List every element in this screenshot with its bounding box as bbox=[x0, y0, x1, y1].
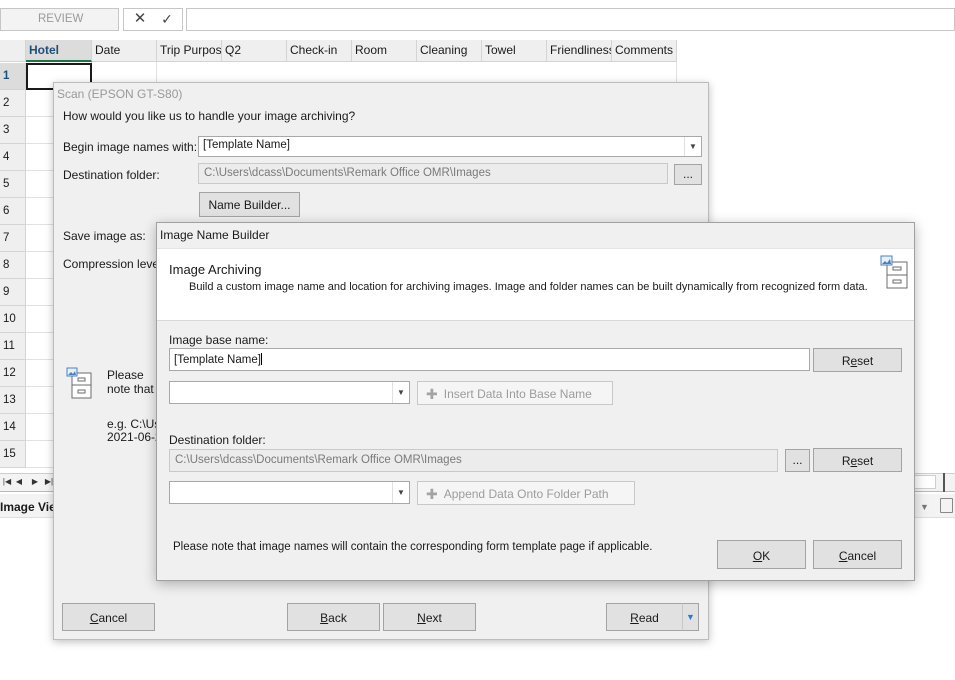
cancel-edit-icon[interactable]: ✕ bbox=[131, 8, 149, 31]
reset-folder-button[interactable]: Reset bbox=[813, 448, 902, 472]
append-data-label: Append Data Onto Folder Path bbox=[443, 487, 609, 501]
chevron-down-icon[interactable]: ▼ bbox=[392, 482, 409, 503]
nb-destination-folder-field[interactable]: C:\Users\dcass\Documents\Remark Office O… bbox=[169, 449, 778, 472]
row-header[interactable]: 13 bbox=[0, 387, 26, 414]
next-mnemonic: N bbox=[417, 611, 426, 625]
image-archiving-description: Build a custom image name and location f… bbox=[189, 281, 868, 293]
row-header[interactable]: 10 bbox=[0, 306, 26, 333]
plus-icon: ✚ bbox=[426, 486, 438, 502]
row-header[interactable]: 12 bbox=[0, 360, 26, 387]
archive-info-icon bbox=[66, 367, 92, 399]
row-header[interactable]: 1 bbox=[0, 63, 26, 90]
image-base-name-value: [Template Name] bbox=[174, 354, 261, 366]
row-header[interactable]: 4 bbox=[0, 144, 26, 171]
ok-label: K bbox=[762, 549, 771, 563]
name-box[interactable]: REVIEW bbox=[0, 8, 119, 31]
next-label: ext bbox=[425, 611, 442, 625]
destination-folder-label: Destination folder: bbox=[63, 168, 160, 182]
row-header[interactable]: 9 bbox=[0, 279, 26, 306]
begin-names-label: Begin image names with: bbox=[63, 140, 198, 154]
nb-cancel-button[interactable]: Cancel bbox=[813, 540, 902, 569]
scan-archive-note: Please note that image names will contai… bbox=[107, 368, 154, 396]
column-header-hotel[interactable]: Hotel bbox=[26, 40, 92, 62]
confirm-edit-icon[interactable]: ✓ bbox=[158, 8, 176, 31]
nb-cancel-label: ancel bbox=[847, 549, 877, 563]
browse-folder-button[interactable]: ... bbox=[674, 164, 702, 185]
begin-names-value: [Template Name] bbox=[203, 139, 290, 151]
scan-cancel-label: ancel bbox=[98, 611, 128, 625]
read-label: ead bbox=[638, 611, 659, 625]
splitter-handle[interactable] bbox=[943, 473, 955, 492]
column-header-cleaning[interactable]: Cleaning bbox=[417, 40, 482, 62]
column-header-towel[interactable]: Towel bbox=[482, 40, 547, 62]
row-header[interactable]: 8 bbox=[0, 252, 26, 279]
row-header[interactable]: 3 bbox=[0, 117, 26, 144]
row-header[interactable]: 14 bbox=[0, 414, 26, 441]
first-sheet-icon[interactable]: |◀ bbox=[2, 476, 12, 488]
scan-question: How would you like us to handle your ima… bbox=[63, 109, 356, 123]
scan-dialog-title: Scan (EPSON GT-S80) bbox=[57, 87, 183, 101]
read-options-chevron-icon[interactable]: ▼ bbox=[682, 603, 699, 631]
image-archiving-heading: Image Archiving bbox=[169, 262, 262, 277]
reset-label: set bbox=[857, 354, 874, 368]
text-caret bbox=[260, 353, 262, 365]
chevron-down-icon[interactable]: ▼ bbox=[684, 137, 701, 156]
plus-icon: ✚ bbox=[426, 386, 438, 402]
reset-label: set bbox=[857, 454, 874, 468]
column-header-date[interactable]: Date bbox=[92, 40, 157, 62]
row-header[interactable]: 6 bbox=[0, 198, 26, 225]
dropdown-arrow-icon[interactable]: ▼ bbox=[920, 502, 929, 512]
destination-folder-field[interactable]: C:\Users\dcass\Documents\Remark Office O… bbox=[198, 163, 668, 184]
image-viewer-icon[interactable] bbox=[940, 498, 953, 513]
row-header[interactable]: 7 bbox=[0, 225, 26, 252]
back-button[interactable]: Back bbox=[287, 603, 380, 631]
column-header-q2[interactable]: Q2 bbox=[222, 40, 287, 62]
append-data-button[interactable]: ✚ Append Data Onto Folder Path bbox=[417, 481, 635, 505]
compression-level-label: Compression level: bbox=[63, 257, 156, 271]
column-header-comments[interactable]: Comments bbox=[612, 40, 677, 62]
base-name-data-combo[interactable]: ▼ bbox=[169, 381, 410, 404]
scan-example-date: 2021-06-2 bbox=[107, 430, 157, 444]
scan-cancel-button[interactable]: Cancel bbox=[62, 603, 155, 631]
column-header-check-in[interactable]: Check-in bbox=[287, 40, 352, 62]
read-mnemonic: R bbox=[630, 611, 639, 625]
row-header[interactable]: 11 bbox=[0, 333, 26, 360]
read-button[interactable]: Read bbox=[606, 603, 683, 631]
column-header-friendliness[interactable]: Friendliness bbox=[547, 40, 612, 62]
back-label: ack bbox=[328, 611, 347, 625]
row-header[interactable]: 2 bbox=[0, 90, 26, 117]
folder-data-combo[interactable]: ▼ bbox=[169, 481, 410, 504]
nb-browse-folder-button[interactable]: ... bbox=[785, 449, 810, 472]
chevron-down-icon[interactable]: ▼ bbox=[392, 382, 409, 403]
row-header[interactable]: 15 bbox=[0, 441, 26, 468]
image-base-name-label: Image base name: bbox=[169, 333, 269, 347]
ok-mnemonic: O bbox=[752, 549, 763, 563]
reset-base-name-button[interactable]: Reset bbox=[813, 348, 902, 372]
name-builder-title: Image Name Builder bbox=[160, 228, 270, 242]
ok-button[interactable]: OK bbox=[717, 540, 806, 569]
insert-data-button[interactable]: ✚ Insert Data Into Base Name bbox=[417, 381, 613, 405]
image-base-name-input[interactable]: [Template Name] bbox=[169, 348, 810, 371]
column-header-trip-purpose[interactable]: Trip Purpose bbox=[157, 40, 222, 62]
select-all-corner[interactable] bbox=[0, 40, 26, 62]
column-header-room[interactable]: Room bbox=[352, 40, 417, 62]
row-header[interactable]: 5 bbox=[0, 171, 26, 198]
begin-names-combo[interactable]: [Template Name] ▼ bbox=[198, 136, 702, 157]
name-builder-button[interactable]: Name Builder... bbox=[199, 192, 300, 217]
next-button[interactable]: Next bbox=[383, 603, 476, 631]
name-builder-footer-note: Please note that image names will contai… bbox=[173, 541, 653, 553]
next-sheet-icon[interactable]: ▶ bbox=[30, 476, 40, 488]
scan-example-path: e.g. C:\Users\dcass\Documents\Remark Off… bbox=[107, 417, 157, 431]
insert-data-label: Insert Data Into Base Name bbox=[443, 387, 592, 401]
nb-destination-folder-label: Destination folder: bbox=[169, 433, 266, 447]
formula-input[interactable] bbox=[186, 8, 955, 31]
back-mnemonic: B bbox=[320, 611, 329, 625]
prev-sheet-icon[interactable]: ◀ bbox=[14, 476, 24, 488]
archive-icon bbox=[880, 255, 908, 289]
save-image-as-label: Save image as: bbox=[63, 229, 146, 243]
